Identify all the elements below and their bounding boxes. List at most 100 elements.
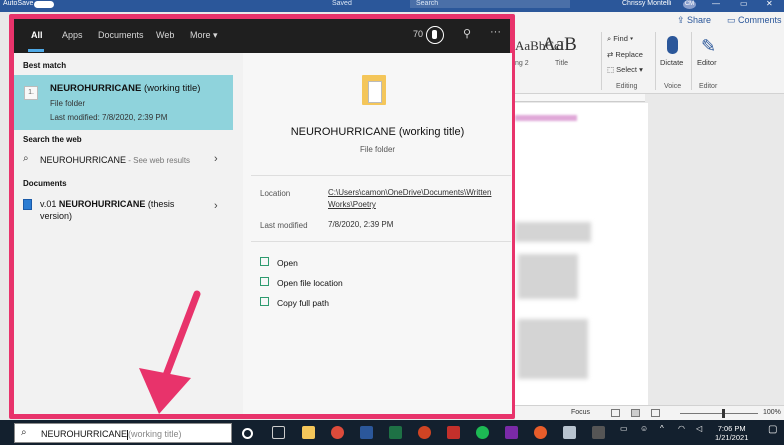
powerpoint-icon[interactable] xyxy=(418,426,431,439)
word-document-icon xyxy=(23,199,32,210)
folder-icon: 1. xyxy=(24,86,38,100)
app-icon[interactable] xyxy=(592,426,605,439)
saved-status: Saved xyxy=(332,0,352,7)
select-button[interactable]: ⬚ Select ▾ xyxy=(607,65,643,74)
editor-group-label: Editor xyxy=(699,83,718,90)
maximize-icon[interactable]: ▭ xyxy=(740,0,748,8)
task-view-icon[interactable] xyxy=(272,426,285,439)
wifi-icon[interactable]: ◠ xyxy=(678,424,685,433)
autosave-toggle[interactable] xyxy=(34,1,54,8)
web-layout-icon[interactable] xyxy=(651,409,660,417)
copy-full-path-action[interactable]: Copy full path xyxy=(277,298,329,308)
folder-icon xyxy=(362,75,386,105)
pdf-icon[interactable] xyxy=(447,426,460,439)
find-button[interactable]: ⌕ Find ▾ xyxy=(607,34,633,44)
folder-location-icon[interactable] xyxy=(260,277,269,286)
document-canvas xyxy=(515,94,784,405)
word-icon[interactable] xyxy=(360,426,373,439)
web-result-text: NEUROHURRICANE - See web results xyxy=(40,155,191,165)
app-icon[interactable] xyxy=(563,426,576,439)
ribbon-divider xyxy=(691,32,692,90)
app-icon[interactable] xyxy=(534,426,547,439)
blurred-text xyxy=(515,222,591,242)
focus-button[interactable]: Focus xyxy=(571,409,590,416)
folder-tray-icon[interactable]: ▭ xyxy=(620,424,628,433)
excel-icon[interactable] xyxy=(389,426,402,439)
active-tab-indicator xyxy=(28,49,44,52)
last-modified-label: Last modified xyxy=(260,221,308,230)
web-result-item[interactable]: ⌕ NEUROHURRICANE - See web results › xyxy=(14,150,233,170)
taskbar-clock[interactable]: 7:06 PM 1/21/2021 xyxy=(715,424,748,442)
last-modified-value: 7/8/2020, 2:39 PM xyxy=(328,220,394,229)
people-icon[interactable]: ☺ xyxy=(640,424,648,433)
share-button[interactable]: ⇪ Share xyxy=(677,15,711,26)
voice-group-label: Voice xyxy=(664,83,682,90)
autosave-label: AutoSave xyxy=(3,0,34,7)
tab-more[interactable]: More ▾ xyxy=(190,30,218,41)
user-name[interactable]: Chrissy Montelli xyxy=(622,0,671,8)
blurred-text xyxy=(518,319,588,379)
location-link[interactable]: C:\Users\camon\OneDrive\Documents\Writte… xyxy=(328,187,503,211)
print-layout-icon[interactable] xyxy=(631,409,640,417)
app-icon[interactable] xyxy=(505,426,518,439)
word-ribbon: ⇪ Share ▭ Comments AaBbCcI ng 2 AaB Titl… xyxy=(515,12,784,94)
ribbon-divider xyxy=(655,32,656,90)
notifications-icon[interactable]: ▢ xyxy=(768,424,777,435)
search-tab-bar: All Apps Documents Web More ▾ 70 ⚲ ··· xyxy=(14,19,510,53)
microphone-icon[interactable] xyxy=(667,36,678,54)
tab-web[interactable]: Web xyxy=(156,30,174,40)
document-result-text: v.01 NEUROHURRICANE (thesis version) xyxy=(40,199,175,221)
file-explorer-icon[interactable] xyxy=(302,426,315,439)
editor-pen-icon[interactable]: ✎ xyxy=(701,36,716,56)
open-icon[interactable] xyxy=(260,257,269,266)
divider xyxy=(251,175,511,176)
best-match-item[interactable]: 1. NEUROHURRICANE (working title) File f… xyxy=(14,75,233,130)
zoom-slider-thumb[interactable] xyxy=(722,409,725,418)
dictate-button[interactable]: Dictate xyxy=(660,58,683,67)
cortana-icon[interactable] xyxy=(242,428,253,439)
start-search-panel: All Apps Documents Web More ▾ 70 ⚲ ··· B… xyxy=(9,14,515,419)
rewards-icon[interactable] xyxy=(426,26,444,44)
style-title[interactable]: AaB xyxy=(542,34,577,56)
show-hidden-icons[interactable]: ^ xyxy=(660,424,664,433)
location-label: Location xyxy=(260,189,291,198)
zoom-slider[interactable] xyxy=(680,413,758,414)
annotation-arrow xyxy=(139,290,201,414)
word-search-box[interactable]: Search xyxy=(410,0,570,8)
tab-apps[interactable]: Apps xyxy=(62,30,83,40)
highlighted-text-blur xyxy=(515,115,577,121)
chevron-right-icon[interactable]: › xyxy=(214,200,218,212)
taskbar-search-box[interactable]: ⌕ NEUROHURRICANE(working title) xyxy=(14,423,232,443)
style-heading2-label: ng 2 xyxy=(515,60,529,67)
comments-button[interactable]: ▭ Comments xyxy=(727,15,782,26)
copy-icon[interactable] xyxy=(260,297,269,306)
tab-documents[interactable]: Documents xyxy=(98,30,144,40)
zoom-level[interactable]: 100% xyxy=(763,409,781,416)
editor-button[interactable]: Editor xyxy=(697,58,717,67)
chevron-right-icon[interactable]: › xyxy=(214,153,218,165)
close-icon[interactable]: ✕ xyxy=(766,0,773,8)
volume-icon[interactable]: ◁ xyxy=(696,424,702,433)
style-title-label: Title xyxy=(555,60,568,67)
best-match-modified: Last modified: 7/8/2020, 2:39 PM xyxy=(50,113,168,122)
open-file-location-action[interactable]: Open file location xyxy=(277,278,343,288)
document-result-item[interactable]: v.01 NEUROHURRICANE (thesis version) › xyxy=(14,195,233,229)
feedback-icon[interactable]: ⚲ xyxy=(463,27,471,40)
spotify-icon[interactable] xyxy=(476,426,489,439)
search-icon: ⌕ xyxy=(21,427,27,438)
detail-pane: NEUROHURRICANE (working title) File fold… xyxy=(243,53,512,414)
replace-button[interactable]: ⇄ Replace xyxy=(607,50,643,59)
chrome-icon[interactable] xyxy=(331,426,344,439)
taskbar-search-text[interactable]: NEUROHURRICANE(working title) xyxy=(41,429,182,440)
minimize-icon[interactable]: — xyxy=(712,0,720,8)
open-action[interactable]: Open xyxy=(277,258,298,268)
word-titlebar: AutoSave Saved Search Chrissy Montelli C… xyxy=(0,0,784,12)
divider xyxy=(251,241,511,242)
tab-all[interactable]: All xyxy=(31,30,43,40)
editing-group-label: Editing xyxy=(616,83,638,90)
more-options-icon[interactable]: ··· xyxy=(490,26,501,38)
avatar[interactable]: CM xyxy=(683,0,696,9)
word-statusbar: Focus 100% xyxy=(515,405,784,420)
search-icon: ⌕ xyxy=(23,153,29,164)
read-mode-icon[interactable] xyxy=(611,409,620,417)
